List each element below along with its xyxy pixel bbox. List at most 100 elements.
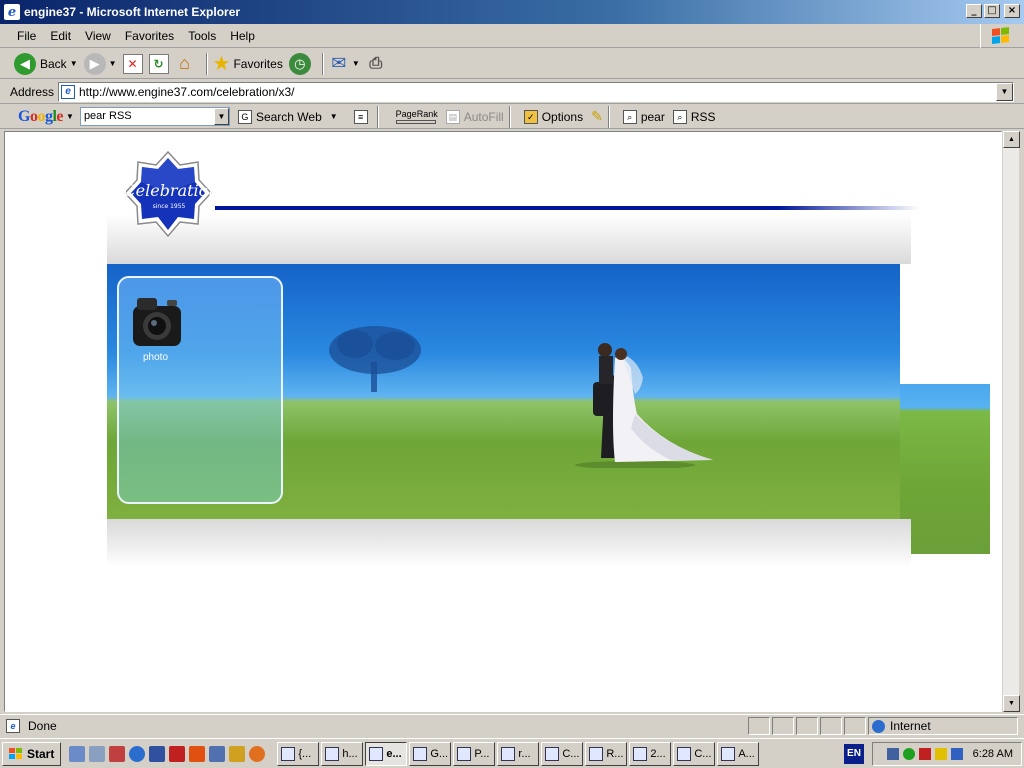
- quicklaunch-network-icon[interactable]: [69, 745, 86, 762]
- quicklaunch-ie-icon[interactable]: [129, 745, 146, 762]
- taskbar-item[interactable]: h...: [321, 741, 364, 766]
- tray-network-icon[interactable]: [886, 748, 899, 760]
- highlight-button[interactable]: ✎: [591, 108, 603, 125]
- status-pane: [844, 717, 866, 735]
- header-band: [107, 214, 911, 264]
- quicklaunch-app-icon[interactable]: [149, 745, 166, 762]
- options-icon: ✓: [523, 109, 538, 124]
- google-logo[interactable]: Google: [18, 108, 63, 126]
- taskbar-item[interactable]: P...: [453, 741, 496, 766]
- address-dropdown-icon[interactable]: ▼: [996, 83, 1013, 101]
- task-icon: [413, 746, 428, 761]
- quicklaunch-firefox-icon[interactable]: [249, 745, 266, 762]
- camera-icon[interactable]: [131, 294, 183, 350]
- address-label: Address: [10, 84, 55, 99]
- history-button[interactable]: ◷: [288, 52, 311, 75]
- back-arrow-icon: ◀: [14, 52, 36, 75]
- status-bar: e Done Internet: [0, 714, 1024, 736]
- history-icon: ◷: [288, 52, 311, 75]
- hero-banner: photo: [107, 264, 900, 519]
- taskbar-item[interactable]: C...: [541, 741, 584, 766]
- quicklaunch-x-icon[interactable]: [169, 745, 186, 762]
- search-term-pear[interactable]: ⌕ pear: [622, 109, 665, 124]
- menu-edit[interactable]: Edit: [43, 27, 78, 45]
- mail-dropdown-icon[interactable]: ▼: [352, 59, 360, 68]
- home-button[interactable]: ⌂: [175, 53, 195, 74]
- menu-view[interactable]: View: [78, 27, 118, 45]
- start-button[interactable]: Start: [2, 741, 62, 766]
- tray-status-icon[interactable]: [902, 748, 915, 760]
- taskbar-item-active[interactable]: e...: [365, 741, 408, 766]
- search-term-label: RSS: [690, 109, 716, 124]
- menu-help[interactable]: Help: [223, 27, 262, 45]
- quicklaunch-info-icon[interactable]: [189, 745, 206, 762]
- google-menu-dropdown-icon[interactable]: ▼: [66, 112, 74, 121]
- zone-label: Internet: [890, 719, 931, 733]
- toolbar-separator: [205, 52, 208, 75]
- maximize-button[interactable]: □: [984, 4, 1000, 18]
- hero-banner-extension: [900, 384, 990, 554]
- task-icon: [633, 746, 648, 761]
- status-pane: [796, 717, 818, 735]
- taskbar-item[interactable]: C...: [673, 741, 716, 766]
- task-label: G...: [430, 747, 449, 760]
- forward-button[interactable]: ▶ ▼: [83, 52, 117, 75]
- print-button[interactable]: ⎙: [366, 54, 386, 74]
- menu-file[interactable]: File: [10, 27, 43, 45]
- mail-icon: ✉: [331, 53, 347, 73]
- forward-dropdown-icon[interactable]: ▼: [109, 59, 117, 68]
- navigation-panel: photo: [117, 276, 283, 504]
- task-label: R...: [606, 747, 624, 760]
- toolbar-separator: [376, 105, 379, 128]
- news-button[interactable]: ≡: [346, 109, 372, 124]
- taskbar-item[interactable]: {...: [277, 741, 320, 766]
- quicklaunch-tool-icon[interactable]: [209, 745, 226, 762]
- favorites-button[interactable]: ★ Favorites: [213, 51, 283, 76]
- task-label: {...: [298, 747, 312, 760]
- address-url: http://www.engine37.com/celebration/x3/: [79, 85, 295, 99]
- quicklaunch-key-icon[interactable]: [229, 745, 246, 762]
- taskbar-item[interactable]: R...: [585, 741, 628, 766]
- page-status-icon: e: [6, 718, 20, 733]
- taskbar-item[interactable]: A...: [717, 741, 760, 766]
- google-search-dropdown-icon[interactable]: ▼: [213, 108, 229, 125]
- tray-connection-icon[interactable]: [950, 748, 963, 760]
- stop-button[interactable]: ✕: [122, 53, 143, 74]
- photo-nav-link[interactable]: photo: [143, 352, 168, 363]
- pagerank-indicator: PageRank: [392, 109, 438, 124]
- celebration-logo[interactable]: Celebration since 1955: [123, 150, 213, 240]
- tray-app-icon[interactable]: [934, 748, 947, 760]
- quicklaunch-book-icon[interactable]: [109, 745, 126, 762]
- mail-button[interactable]: ✉ ▼: [329, 53, 360, 74]
- search-web-label: Search Web: [255, 109, 322, 124]
- back-dropdown-icon[interactable]: ▼: [70, 59, 78, 68]
- back-button[interactable]: ◀ Back ▼: [14, 52, 78, 75]
- stop-icon: ✕: [122, 53, 143, 74]
- news-icon: ≡: [353, 109, 368, 124]
- menu-favorites[interactable]: Favorites: [118, 27, 181, 45]
- quicklaunch-server-icon[interactable]: [89, 745, 106, 762]
- google-search-input[interactable]: pear RSS ▼: [79, 107, 230, 126]
- search-web-button[interactable]: G Search Web ▼: [237, 109, 338, 124]
- search-term-rss[interactable]: ⌕ RSS: [672, 109, 716, 124]
- language-indicator[interactable]: EN: [844, 744, 864, 764]
- autofill-button[interactable]: ▤ AutoFill: [445, 109, 504, 124]
- tray-monitor-icon[interactable]: [918, 748, 931, 760]
- close-button[interactable]: ×: [1004, 4, 1020, 18]
- options-button[interactable]: ✓ Options: [523, 109, 583, 124]
- taskbar-item[interactable]: G...: [409, 741, 452, 766]
- menu-tools[interactable]: Tools: [181, 27, 223, 45]
- status-pane: [820, 717, 842, 735]
- address-input[interactable]: e http://www.engine37.com/celebration/x3…: [58, 82, 1014, 102]
- taskbar-item[interactable]: r...: [497, 741, 540, 766]
- vertical-scrollbar[interactable]: ▲ ▼: [1002, 131, 1020, 712]
- back-label: Back: [40, 56, 67, 71]
- menu-bar: File Edit View Favorites Tools Help: [0, 24, 1024, 48]
- scroll-up-icon[interactable]: ▲: [1003, 131, 1020, 148]
- refresh-button[interactable]: ↻: [148, 53, 169, 74]
- task-label: h...: [342, 747, 358, 760]
- scroll-down-icon[interactable]: ▼: [1003, 695, 1020, 712]
- search-web-dropdown-icon[interactable]: ▼: [330, 112, 338, 121]
- taskbar-item[interactable]: 2...: [629, 741, 672, 766]
- minimize-button[interactable]: _: [966, 4, 982, 18]
